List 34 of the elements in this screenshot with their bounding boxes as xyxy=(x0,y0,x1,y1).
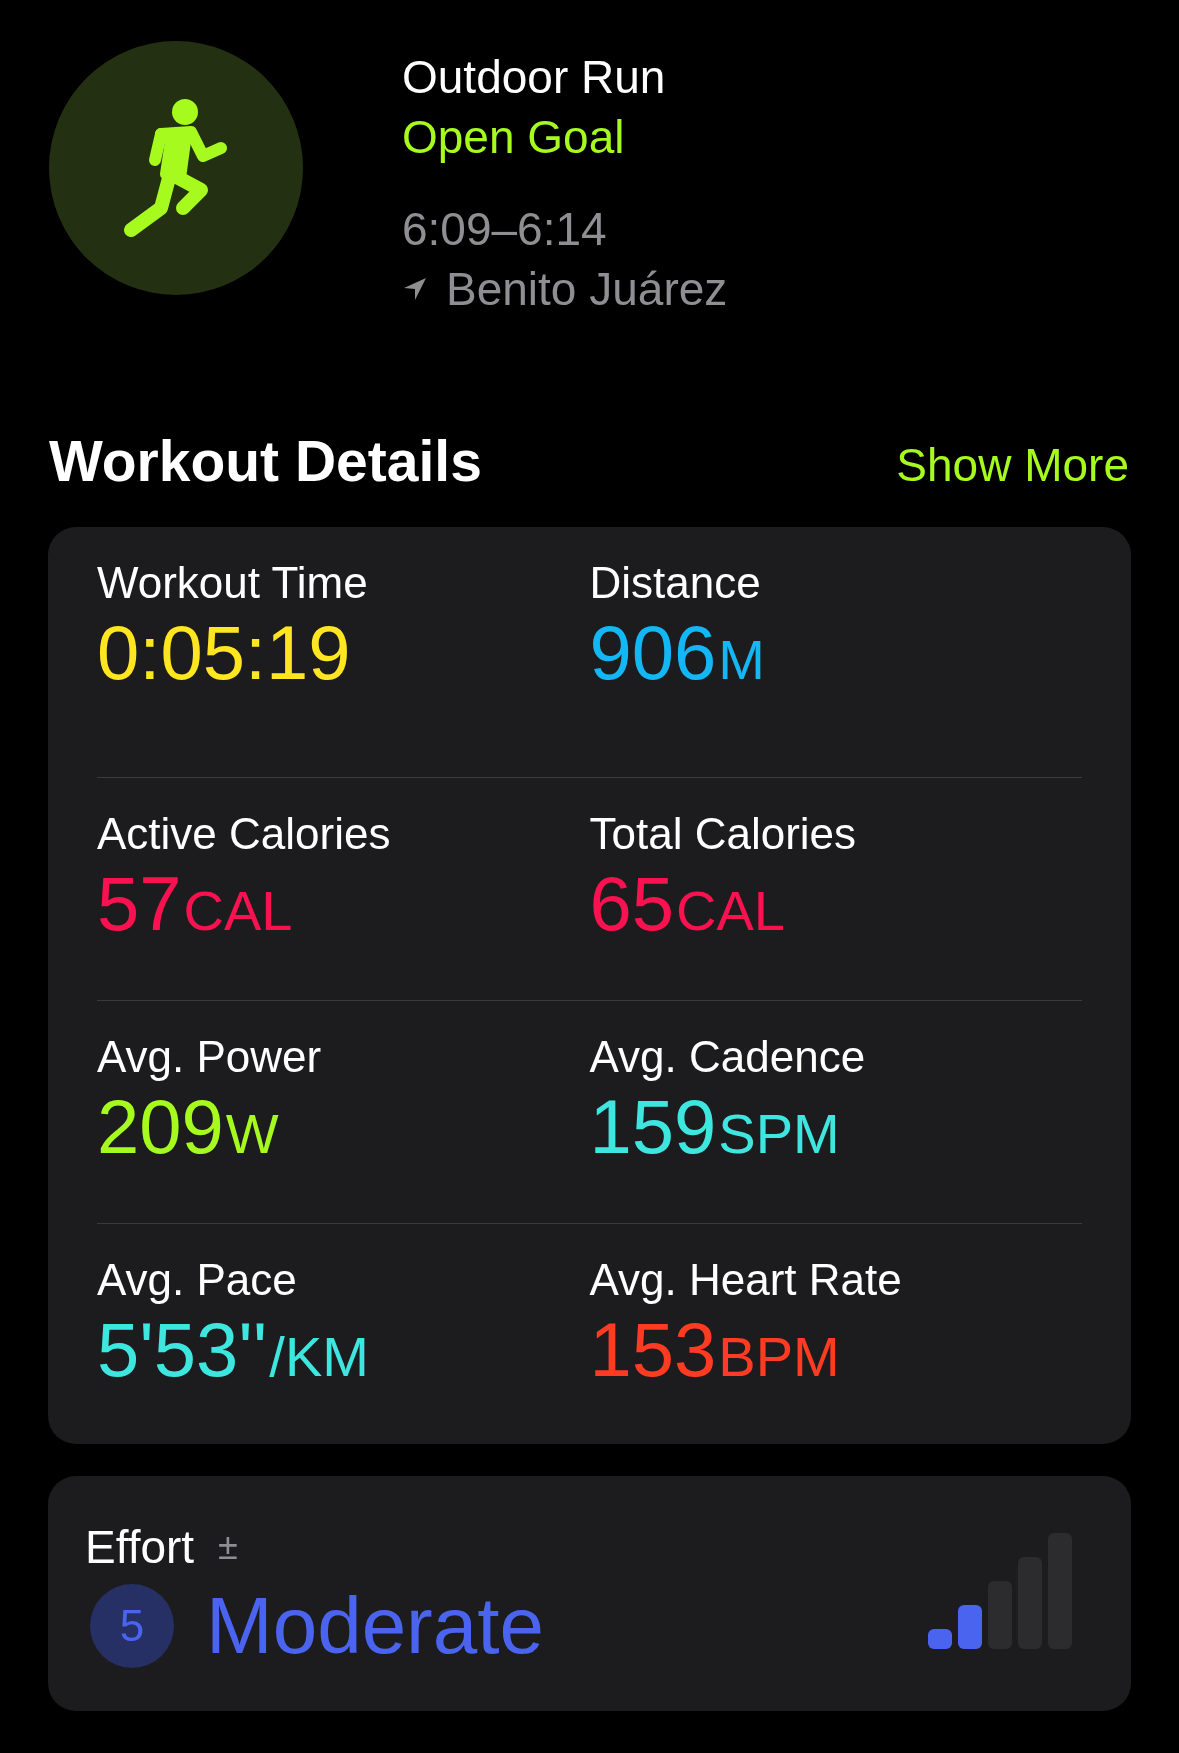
section-title: Workout Details xyxy=(49,428,482,495)
metric-unit: CAL xyxy=(183,878,293,944)
metric-value: 159 xyxy=(589,1085,717,1169)
workout-title: Outdoor Run xyxy=(402,50,667,105)
metric-unit: M xyxy=(718,627,765,693)
metric-value: 153 xyxy=(589,1308,717,1392)
metric-unit: BPM xyxy=(718,1324,840,1390)
metric-label: Avg. Power xyxy=(97,1031,323,1083)
adjust-effort-button[interactable]: ± xyxy=(218,1527,238,1567)
metric-unit: /KM xyxy=(269,1324,369,1390)
metric-label: Distance xyxy=(589,557,762,609)
workout-goal: Open Goal xyxy=(402,110,626,165)
effort-rating: Moderate xyxy=(206,1581,544,1671)
location-arrow-icon xyxy=(402,276,428,302)
metric-value: 906 xyxy=(589,611,717,695)
workout-time: 6:09–6:14 xyxy=(402,202,608,257)
metric-label: Total Calories xyxy=(589,808,858,860)
metric-value: 57 xyxy=(97,862,182,946)
workout-location: Benito Juárez xyxy=(446,262,728,317)
metric-value: 5'53'' xyxy=(97,1308,268,1392)
metric-label: Workout Time xyxy=(97,557,369,609)
metric-value: 209 xyxy=(97,1085,224,1169)
metric-label: Avg. Heart Rate xyxy=(589,1254,903,1306)
metric-unit: W xyxy=(225,1101,279,1167)
metric-label: Active Calories xyxy=(97,808,392,860)
metric-label: Avg. Pace xyxy=(97,1254,298,1306)
metric-unit: SPM xyxy=(718,1101,840,1167)
show-more-link[interactable]: Show More xyxy=(896,435,1129,495)
metric-value: 0:05:19 xyxy=(97,611,351,695)
metric-label: Avg. Cadence xyxy=(589,1031,867,1083)
effort-score: 5 xyxy=(90,1584,174,1668)
metric-unit: CAL xyxy=(676,878,785,944)
effort-label: Effort xyxy=(85,1520,195,1575)
metric-value: 65 xyxy=(589,862,675,946)
